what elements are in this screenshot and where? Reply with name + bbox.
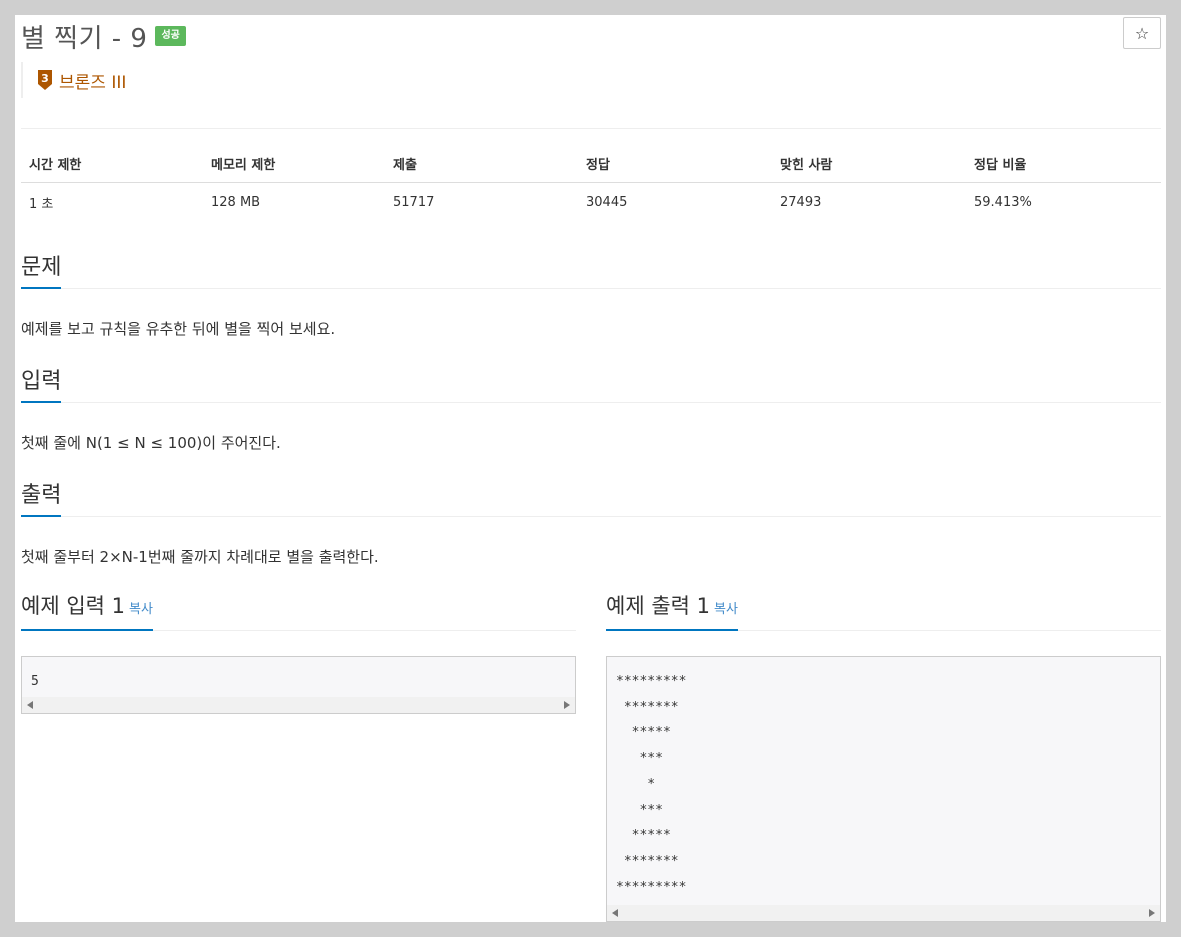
scroll-right-icon[interactable] [1149,909,1155,917]
divider [21,128,1161,129]
sample-output-content: ********* ******* ***** *** * *** ***** … [616,674,687,895]
problem-description: 예제를 보고 규칙을 유추한 뒤에 별을 찍어 보세요. [21,320,336,338]
output-description: 첫째 줄부터 2×N-1번째 줄까지 차례대로 별을 출력한다. [21,548,379,566]
accepted-value: 30445 [586,195,628,210]
status-badge: 성공 [155,26,186,46]
problem-section-title: 문제 [21,253,62,289]
input-section-title: 입력 [21,367,62,403]
submissions-value: 51717 [393,195,435,210]
accept-ratio-value: 59.413% [974,195,1032,210]
problem-section: 문제 예제를 보고 규칙을 유추한 뒤에 별을 찍어 보세요. [21,252,1161,339]
svg-text:3: 3 [41,72,49,85]
horizontal-scrollbar[interactable] [607,905,1160,921]
header-solved-users: 맞힌 사람 [772,152,966,183]
input-description: 첫째 줄에 N(1 ≤ N ≤ 100)이 주어진다. [21,434,281,452]
problem-info-table: 시간 제한 메모리 제한 제출 정답 맞힌 사람 정답 비율 1 초 128 M… [21,152,1161,220]
header-accepted: 정답 [578,152,772,183]
problem-title: 별 찍기 - 9 [21,23,148,54]
scroll-right-icon[interactable] [564,701,570,709]
memory-limit-value: 128 MB [211,195,261,210]
input-section: 입력 첫째 줄에 N(1 ≤ N ≤ 100)이 주어진다. [21,366,1161,453]
sample-input-section: 예제 입력 1 복사 [21,594,576,631]
problem-page: 별 찍기 - 9 성공 ☆ 3 브론즈 III 시간 제한 메모리 제한 제출 … [15,15,1166,922]
sample-input-box[interactable]: 5 [21,656,576,714]
scroll-left-icon[interactable] [612,909,618,917]
bronze-tier-icon: 3 [38,70,52,90]
sample-output-section: 예제 출력 1 복사 [606,594,1161,631]
copy-sample-output-button[interactable]: 복사 [714,602,738,617]
horizontal-scrollbar[interactable] [22,697,575,713]
sample-output-box[interactable]: ********* ******* ***** *** * *** ***** … [606,656,1161,922]
header-time-limit: 시간 제한 [21,152,203,183]
scroll-left-icon[interactable] [27,701,33,709]
solved-users-value: 27493 [780,195,822,210]
copy-sample-input-button[interactable]: 복사 [129,602,153,617]
table-row: 1 초 128 MB 51717 30445 27493 59.413% [21,183,1161,221]
title-row: 별 찍기 - 9 성공 [21,19,186,54]
sample-input-content: 5 [31,674,39,689]
header-accept-ratio: 정답 비율 [966,152,1161,183]
time-limit-value: 1 초 [29,197,54,212]
output-section: 출력 첫째 줄부터 2×N-1번째 줄까지 차례대로 별을 출력한다. [21,480,1161,567]
star-button[interactable]: ☆ [1123,17,1161,49]
tier-block: 3 브론즈 III [21,62,126,98]
header-memory-limit: 메모리 제한 [203,152,385,183]
sample-output-title: 예제 출력 1 복사 [606,591,738,631]
sample-input-title: 예제 입력 1 복사 [21,591,153,631]
tier-label[interactable]: 브론즈 III [59,68,126,93]
header-submissions: 제출 [385,152,578,183]
table-header-row: 시간 제한 메모리 제한 제출 정답 맞힌 사람 정답 비율 [21,152,1161,183]
output-section-title: 출력 [21,481,62,517]
